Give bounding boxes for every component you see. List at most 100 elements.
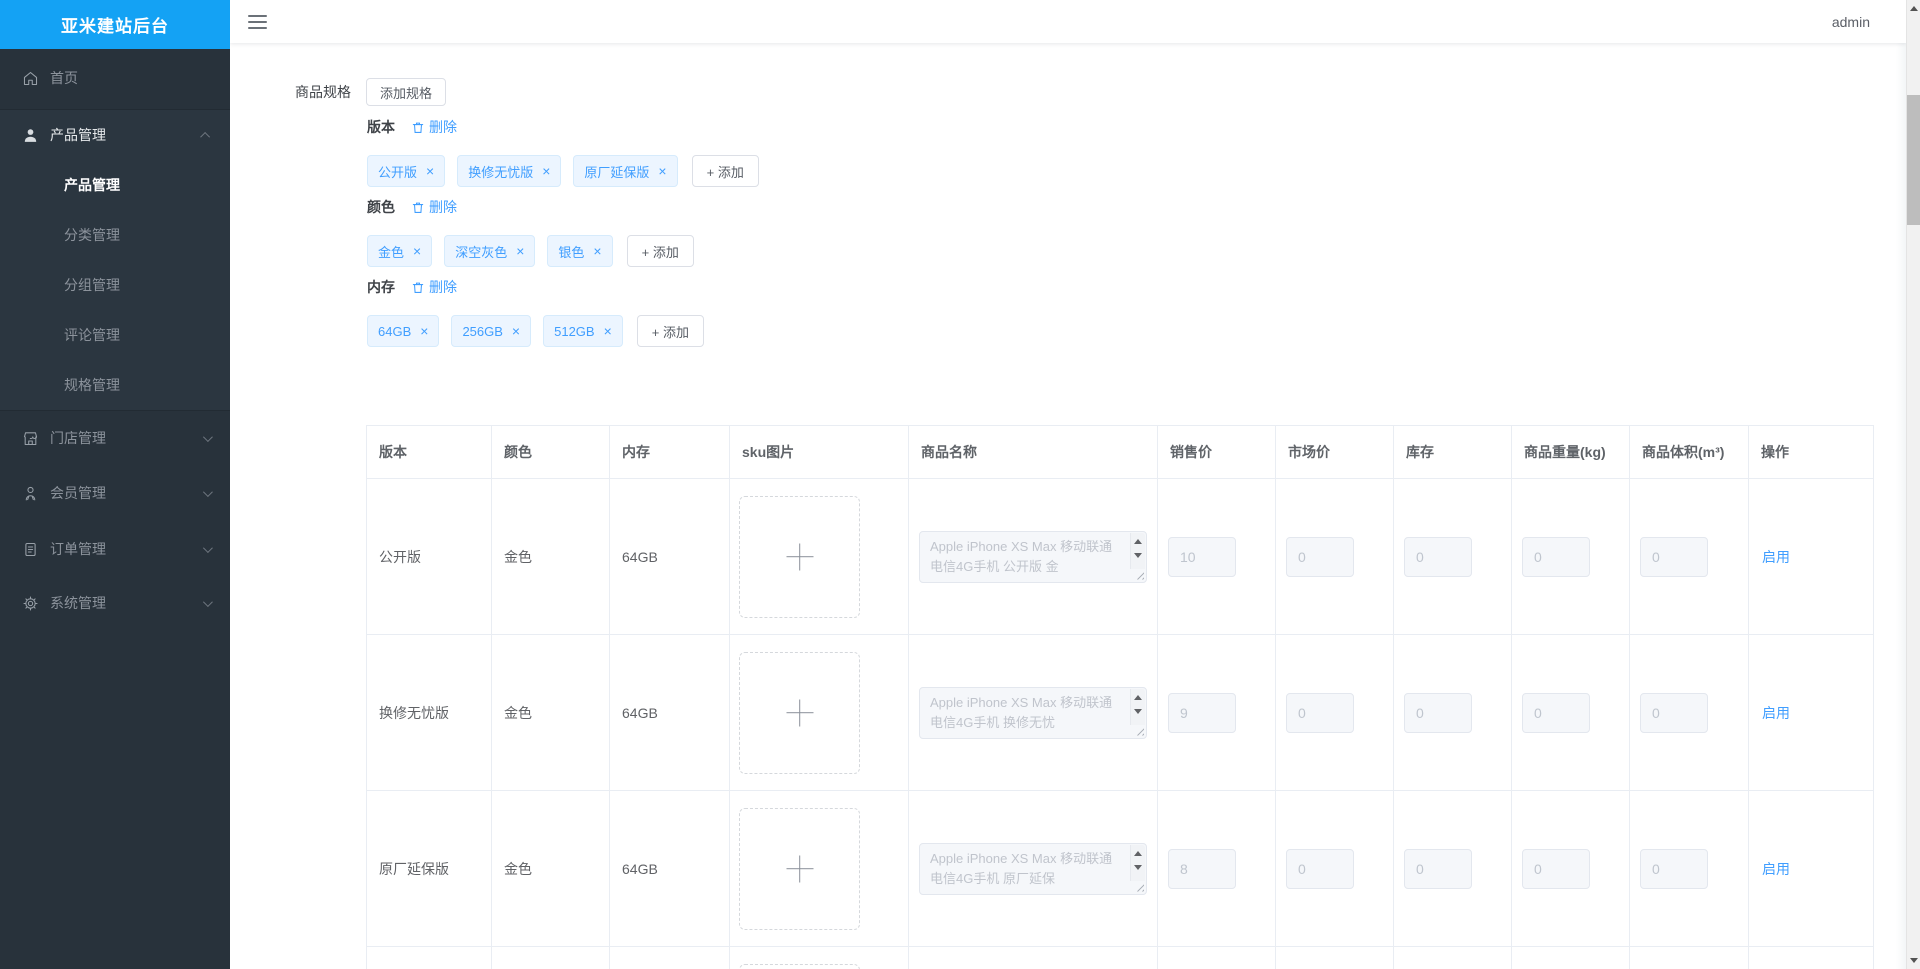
- sidebar-toggle-icon[interactable]: [248, 14, 267, 29]
- add-spec-button[interactable]: 添加规格: [366, 78, 447, 106]
- tag-close-icon[interactable]: ×: [604, 324, 612, 338]
- cell-product-name: Apple iPhone XS Max 移动联通电信4G手机 原厂延保: [909, 791, 1158, 946]
- scroll-down-icon[interactable]: [1134, 864, 1142, 870]
- stock-input[interactable]: [1404, 536, 1472, 577]
- product-name-textarea[interactable]: Apple iPhone XS Max 移动联通电信4G手机 公开版 金: [919, 530, 1147, 583]
- scroll-up-icon[interactable]: [1134, 538, 1142, 544]
- sidebar-subitem-spec-management[interactable]: 规格管理: [0, 360, 230, 410]
- add-tag-button[interactable]: + 添加: [626, 235, 694, 267]
- product-name-textarea[interactable]: Apple iPhone XS Max 移动联通电信4G手机 换修无忧: [919, 686, 1147, 739]
- trash-icon: [412, 282, 424, 293]
- delete-label: 删除: [429, 119, 457, 135]
- textarea-scrollbar[interactable]: [1130, 532, 1145, 569]
- tag-close-icon[interactable]: ×: [593, 244, 601, 258]
- sidebar-item-home[interactable]: 首页: [0, 53, 230, 103]
- sale-price-input[interactable]: [1168, 536, 1236, 577]
- sidebar-subitem-label: 分组管理: [64, 277, 120, 293]
- sidebar-subitem-label: 分类管理: [64, 227, 120, 243]
- cell-color: 金色: [492, 791, 610, 946]
- stock-input[interactable]: [1404, 692, 1472, 733]
- tag-close-icon[interactable]: ×: [542, 164, 550, 178]
- enable-link[interactable]: 启用: [1749, 859, 1790, 879]
- scrollbar-down-icon[interactable]: [1909, 958, 1918, 963]
- sidebar-item-store-management[interactable]: 门店管理: [0, 413, 230, 463]
- sidebar: 亚米建站后台 首页 产品管理 产品管理 分类管理 分组管理 评论管理 规格管理: [0, 0, 230, 969]
- upload-image-button[interactable]: [739, 651, 860, 774]
- delete-spec-link[interactable]: 删除: [411, 117, 457, 137]
- upload-image-button[interactable]: [739, 963, 860, 969]
- resize-grip-icon[interactable]: [1133, 724, 1144, 736]
- col-header-product-name: 商品名称: [909, 426, 1158, 478]
- chevron-up-icon: [200, 131, 211, 142]
- delete-spec-link[interactable]: 删除: [411, 277, 457, 297]
- tag-close-icon[interactable]: ×: [426, 164, 434, 178]
- col-header-stock: 库存: [1394, 426, 1512, 478]
- market-price-input[interactable]: [1286, 692, 1354, 733]
- tag-close-icon[interactable]: ×: [512, 324, 520, 338]
- market-price-input[interactable]: [1286, 536, 1354, 577]
- add-tag-button[interactable]: + 添加: [636, 315, 704, 347]
- sale-price-input[interactable]: [1168, 692, 1236, 733]
- resize-grip-icon[interactable]: [1133, 568, 1144, 580]
- chevron-down-icon: [202, 542, 213, 553]
- scrollbar-up-icon[interactable]: [1909, 6, 1918, 11]
- sale-price-input[interactable]: [1168, 848, 1236, 889]
- weight-input[interactable]: [1522, 536, 1590, 577]
- add-tag-button[interactable]: + 添加: [691, 155, 759, 187]
- upload-image-button[interactable]: [739, 495, 860, 618]
- textarea-scrollbar[interactable]: [1130, 844, 1145, 881]
- sidebar-subitem-label: 规格管理: [64, 377, 120, 393]
- scroll-up-icon[interactable]: [1134, 694, 1142, 700]
- cell-stock: [1394, 635, 1512, 790]
- sidebar-item-order-management[interactable]: 订单管理: [0, 524, 230, 574]
- resize-grip-icon[interactable]: [1133, 880, 1144, 892]
- tag-close-icon[interactable]: ×: [658, 164, 666, 178]
- volume-input[interactable]: [1640, 536, 1708, 577]
- cell-stock: [1394, 791, 1512, 946]
- enable-link[interactable]: 启用: [1749, 703, 1790, 723]
- sidebar-item-system-management[interactable]: 系统管理: [0, 578, 230, 628]
- enable-link[interactable]: 启用: [1749, 547, 1790, 567]
- scroll-up-icon[interactable]: [1134, 850, 1142, 856]
- order-icon: [22, 541, 39, 558]
- scrollbar-thumb[interactable]: [1907, 95, 1920, 225]
- cell-memory: 64GB: [610, 479, 730, 634]
- tag-close-icon[interactable]: ×: [420, 324, 428, 338]
- volume-input[interactable]: [1640, 692, 1708, 733]
- weight-input[interactable]: [1522, 692, 1590, 733]
- volume-input[interactable]: [1640, 848, 1708, 889]
- sidebar-item-product-management[interactable]: 产品管理: [0, 110, 230, 160]
- cell-sale-price: [1158, 635, 1276, 790]
- market-price-input[interactable]: [1286, 848, 1354, 889]
- sidebar-subitem-category-management[interactable]: 分类管理: [0, 210, 230, 260]
- cell-color: 金色: [492, 635, 610, 790]
- tag-close-icon[interactable]: ×: [413, 244, 421, 258]
- tag-close-icon[interactable]: ×: [516, 244, 524, 258]
- spec-group-name: 颜色: [367, 199, 395, 215]
- cell-market-price: [1276, 635, 1394, 790]
- stock-input[interactable]: [1404, 848, 1472, 889]
- sidebar-subitem-grouping-management[interactable]: 分组管理: [0, 260, 230, 310]
- chevron-down-icon: [202, 431, 213, 442]
- product-name-textarea[interactable]: Apple iPhone XS Max 移动联通电信4G手机 原厂延保: [919, 842, 1147, 895]
- spec-tag: 64GB ×: [367, 315, 440, 347]
- spec-tag: 金色 ×: [367, 235, 433, 267]
- sidebar-subitem-comment-management[interactable]: 评论管理: [0, 310, 230, 360]
- page-scrollbar[interactable]: [1906, 0, 1920, 969]
- sidebar-item-member-management[interactable]: 会员管理: [0, 468, 230, 518]
- cell-market-price: [1276, 791, 1394, 946]
- user-menu[interactable]: admin: [1832, 14, 1870, 30]
- cell-volume: [1630, 635, 1749, 790]
- scroll-down-icon[interactable]: [1134, 552, 1142, 558]
- chevron-down-icon: [202, 596, 213, 607]
- spec-tag: 公开版 ×: [367, 155, 446, 187]
- col-header-weight: 商品重量(kg): [1512, 426, 1630, 478]
- textarea-scrollbar[interactable]: [1130, 688, 1145, 725]
- scroll-down-icon[interactable]: [1134, 708, 1142, 714]
- delete-spec-link[interactable]: 删除: [411, 197, 457, 217]
- cell-version: 原厂延保版: [367, 791, 492, 946]
- sidebar-subitem-product-management[interactable]: 产品管理: [0, 160, 230, 210]
- upload-image-button[interactable]: [739, 807, 860, 930]
- weight-input[interactable]: [1522, 848, 1590, 889]
- spec-section-label: 商品规格: [295, 84, 351, 100]
